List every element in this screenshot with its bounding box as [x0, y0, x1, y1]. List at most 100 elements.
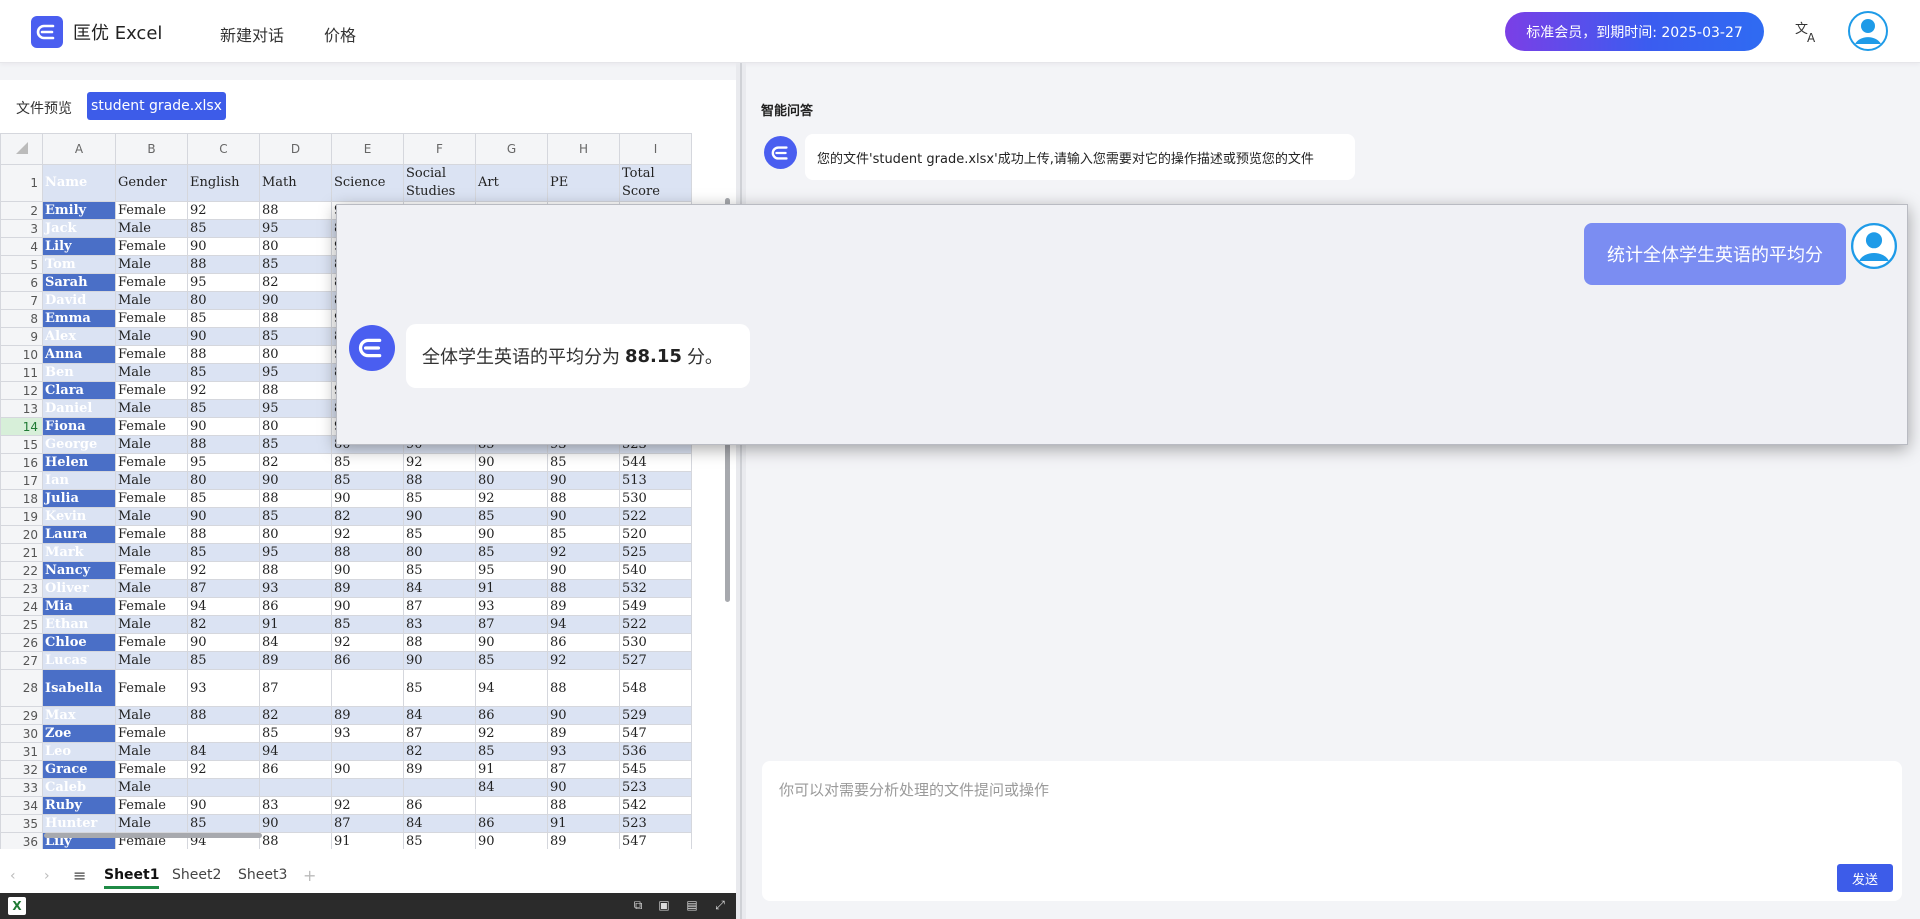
table-cell[interactable]: 83	[259, 796, 332, 815]
table-cell[interactable]: 90	[187, 796, 260, 815]
table-cell[interactable]: 87	[331, 814, 404, 833]
table-cell[interactable]: 525	[619, 543, 692, 562]
name-cell[interactable]: Name	[42, 164, 116, 202]
table-cell[interactable]: 547	[619, 832, 692, 849]
name-cell[interactable]: Chloe	[42, 633, 116, 652]
table-cell[interactable]: 95	[475, 561, 548, 580]
add-sheet-icon[interactable]: +	[303, 866, 316, 885]
table-cell[interactable]: 85	[475, 742, 548, 761]
table-cell[interactable]: 82	[331, 507, 404, 526]
table-cell[interactable]: 88	[331, 543, 404, 562]
table-cell[interactable]: 85	[187, 219, 260, 238]
table-cell[interactable]: 90	[475, 832, 548, 849]
column-header[interactable]: C	[187, 133, 260, 165]
table-cell[interactable]: Female	[115, 453, 188, 472]
table-cell[interactable]: 90	[187, 507, 260, 526]
row-header[interactable]: 23	[0, 579, 43, 598]
table-cell[interactable]: Male	[115, 327, 188, 346]
table-cell[interactable]: Art	[475, 164, 548, 202]
table-cell[interactable]: 548	[619, 669, 692, 707]
table-cell[interactable]: Female	[115, 633, 188, 652]
table-cell[interactable]: 85	[403, 489, 476, 508]
name-cell[interactable]: Oliver	[42, 579, 116, 598]
table-cell[interactable]: 85	[187, 363, 260, 382]
table-cell[interactable]: Female	[115, 561, 188, 580]
question-input[interactable]: 你可以对需要分析处理的文件提问或操作 发送	[762, 761, 1902, 901]
sheet-tab-2[interactable]: Sheet2	[172, 867, 221, 883]
table-cell[interactable]: 89	[403, 760, 476, 779]
row-header[interactable]: 14	[0, 417, 43, 436]
row-header[interactable]: 12	[0, 381, 43, 400]
table-cell[interactable]: 544	[619, 453, 692, 472]
table-cell[interactable]: 88	[259, 309, 332, 328]
table-cell[interactable]: 85	[259, 327, 332, 346]
table-cell[interactable]: 90	[403, 507, 476, 526]
logo-icon[interactable]	[31, 16, 63, 48]
table-cell[interactable]: 88	[259, 381, 332, 400]
table-cell[interactable]: Female	[115, 417, 188, 436]
table-cell[interactable]: Science	[331, 164, 404, 202]
name-cell[interactable]: Ruby	[42, 796, 116, 815]
table-cell[interactable]: 80	[403, 543, 476, 562]
table-cell[interactable]: Female	[115, 201, 188, 220]
table-cell[interactable]: 85	[331, 471, 404, 490]
table-cell[interactable]: 93	[187, 669, 260, 707]
table-cell[interactable]: Total Score	[619, 164, 692, 202]
table-cell[interactable]: 90	[331, 760, 404, 779]
table-cell[interactable]: 527	[619, 651, 692, 670]
corner-cell[interactable]	[0, 133, 43, 165]
table-cell[interactable]: 93	[259, 579, 332, 598]
name-cell[interactable]: Lucas	[42, 651, 116, 670]
name-cell[interactable]: Ben	[42, 363, 116, 382]
table-cell[interactable]: 90	[547, 706, 620, 725]
row-header[interactable]: 5	[0, 255, 43, 274]
table-cell[interactable]: 522	[619, 507, 692, 526]
table-cell[interactable]: 90	[547, 507, 620, 526]
row-header[interactable]: 22	[0, 561, 43, 580]
table-cell[interactable]: 80	[259, 345, 332, 364]
table-cell[interactable]: 95	[187, 273, 260, 292]
table-cell[interactable]: 80	[259, 525, 332, 544]
name-cell[interactable]: Isabella	[42, 669, 116, 707]
column-header[interactable]: H	[547, 133, 620, 165]
table-cell[interactable]: 545	[619, 760, 692, 779]
table-cell[interactable]: 90	[259, 291, 332, 310]
table-cell[interactable]: 90	[187, 327, 260, 346]
user-avatar-icon[interactable]	[1848, 11, 1888, 51]
table-cell[interactable]: 93	[331, 724, 404, 743]
table-cell[interactable]: 80	[259, 237, 332, 256]
table-cell[interactable]: 84	[475, 778, 548, 797]
table-cell[interactable]: 92	[187, 201, 260, 220]
table-cell[interactable]: 547	[619, 724, 692, 743]
name-cell[interactable]: Leo	[42, 742, 116, 761]
name-cell[interactable]: Clara	[42, 381, 116, 400]
row-header[interactable]: 27	[0, 651, 43, 670]
table-cell[interactable]: 80	[475, 471, 548, 490]
table-cell[interactable]: 85	[331, 615, 404, 634]
table-cell[interactable]: 92	[331, 525, 404, 544]
column-header[interactable]: A	[42, 133, 116, 165]
table-cell[interactable]: Male	[115, 363, 188, 382]
table-cell[interactable]: 92	[187, 561, 260, 580]
clipboard-icon[interactable]: ▣	[656, 898, 672, 914]
prev-sheet-icon[interactable]: ‹	[10, 868, 16, 884]
table-cell[interactable]: 95	[259, 219, 332, 238]
name-cell[interactable]: Alex	[42, 327, 116, 346]
table-cell[interactable]: 520	[619, 525, 692, 544]
nav-new-chat[interactable]: 新建对话	[220, 22, 284, 46]
table-cell[interactable]: 529	[619, 706, 692, 725]
table-cell[interactable]: 82	[403, 742, 476, 761]
table-cell[interactable]: 85	[475, 543, 548, 562]
table-cell[interactable]: 85	[403, 561, 476, 580]
name-cell[interactable]: Grace	[42, 760, 116, 779]
table-cell[interactable]: 90	[187, 237, 260, 256]
table-cell[interactable]: 92	[475, 724, 548, 743]
row-header[interactable]: 35	[0, 814, 43, 833]
horizontal-scrollbar[interactable]	[44, 833, 262, 838]
table-cell[interactable]: 86	[259, 760, 332, 779]
row-header[interactable]: 28	[0, 669, 43, 707]
name-cell[interactable]: Julia	[42, 489, 116, 508]
table-cell[interactable]: Male	[115, 651, 188, 670]
table-cell[interactable]: Male	[115, 471, 188, 490]
table-cell[interactable]: 87	[259, 669, 332, 707]
